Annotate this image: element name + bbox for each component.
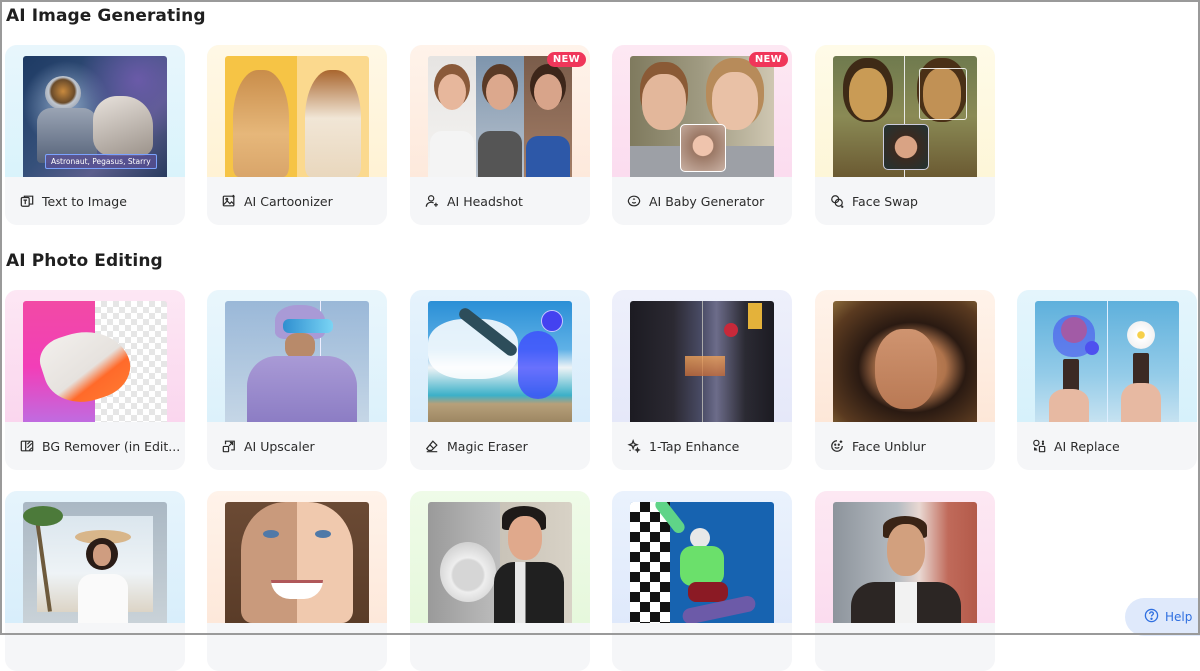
section-title-ai-photo-editing: AI Photo Editing xyxy=(6,251,163,271)
prompt-caption: Astronaut, Pegasus, Starry xyxy=(45,154,157,169)
tool-card-face-swap[interactable]: Face Swap xyxy=(815,45,995,225)
thumbnail-snowboarder-cutout xyxy=(630,502,774,623)
tool-card-cutout[interactable] xyxy=(612,491,792,671)
bg-remover-icon xyxy=(20,439,34,453)
thumbnail-mona-lisa-swap xyxy=(833,56,977,177)
thumbnail-headshots xyxy=(428,56,572,177)
thumbnail-beach-portrait-expand xyxy=(23,502,167,623)
tool-card-ai-replace[interactable]: AI Replace xyxy=(1017,290,1197,470)
tool-card-text-to-image[interactable]: Astronaut, Pegasus, Starry Text to Image xyxy=(5,45,185,225)
tool-card-colorize[interactable] xyxy=(410,491,590,671)
smile-face-icon xyxy=(830,439,844,453)
upscale-icon xyxy=(222,439,236,453)
card-label: Text to Image xyxy=(42,193,127,209)
thumbnail-flower-replace xyxy=(1035,301,1179,422)
tool-card-magic-eraser[interactable]: Magic Eraser xyxy=(410,290,590,470)
replace-icon xyxy=(1032,439,1046,453)
tool-card-bg-remover[interactable]: BG Remover (in Edit... xyxy=(5,290,185,470)
card-label: Magic Eraser xyxy=(447,438,528,454)
thumbnail-face-unblur xyxy=(833,301,977,422)
help-button[interactable]: Help xyxy=(1125,598,1200,636)
new-badge: NEW xyxy=(748,52,788,67)
section-title-ai-image-generating: AI Image Generating xyxy=(6,6,206,26)
tool-card-beach-expand[interactable] xyxy=(5,491,185,671)
card-label: AI Upscaler xyxy=(244,438,315,454)
card-label: Face Unblur xyxy=(852,438,926,454)
baby-face-icon xyxy=(627,194,641,208)
image-sparkle-icon xyxy=(222,194,236,208)
question-circle-icon xyxy=(1144,608,1159,626)
thumbnail-dog-cartoon xyxy=(225,56,369,177)
card-label: AI Replace xyxy=(1054,438,1120,454)
card-label: BG Remover (in Edit... xyxy=(42,438,181,454)
thumbnail-sneaker-bg-remove xyxy=(23,301,167,422)
tool-card-face-retouch[interactable] xyxy=(207,491,387,671)
thumbnail-old-photo-colorize xyxy=(428,502,572,623)
thumbnail-astronaut-pegasus: Astronaut, Pegasus, Starry xyxy=(23,56,167,177)
card-label: 1-Tap Enhance xyxy=(649,438,740,454)
tool-card-ai-cartoonizer[interactable]: AI Cartoonizer xyxy=(207,45,387,225)
card-label: Face Swap xyxy=(852,193,918,209)
text-to-image-icon xyxy=(20,194,34,208)
user-plus-icon xyxy=(425,194,439,208)
tool-card-ai-baby-generator[interactable]: NEW AI Baby Generator xyxy=(612,45,792,225)
thumbnail-beach-eraser xyxy=(428,301,572,422)
thumbnail-face-retouch-split xyxy=(225,502,369,623)
thumbnail-couple-baby xyxy=(630,56,774,177)
tool-card-ai-headshot[interactable]: NEW AI Headshot xyxy=(410,45,590,225)
tool-card-portrait-background[interactable] xyxy=(815,491,995,671)
card-label: AI Cartoonizer xyxy=(244,193,333,209)
card-label: AI Baby Generator xyxy=(649,193,765,209)
thumbnail-skier-upscale xyxy=(225,301,369,422)
tool-card-1-tap-enhance[interactable]: 1-Tap Enhance xyxy=(612,290,792,470)
enhance-sparkle-icon xyxy=(627,439,641,453)
tool-card-face-unblur[interactable]: Face Unblur xyxy=(815,290,995,470)
help-label: Help xyxy=(1165,610,1193,624)
thumbnail-street-enhance xyxy=(630,301,774,422)
eraser-icon xyxy=(425,439,439,453)
thumbnail-portrait-city-background xyxy=(833,502,977,623)
card-label: AI Headshot xyxy=(447,193,523,209)
face-swap-icon xyxy=(830,194,844,208)
new-badge: NEW xyxy=(546,52,586,67)
tool-card-ai-upscaler[interactable]: AI Upscaler xyxy=(207,290,387,470)
